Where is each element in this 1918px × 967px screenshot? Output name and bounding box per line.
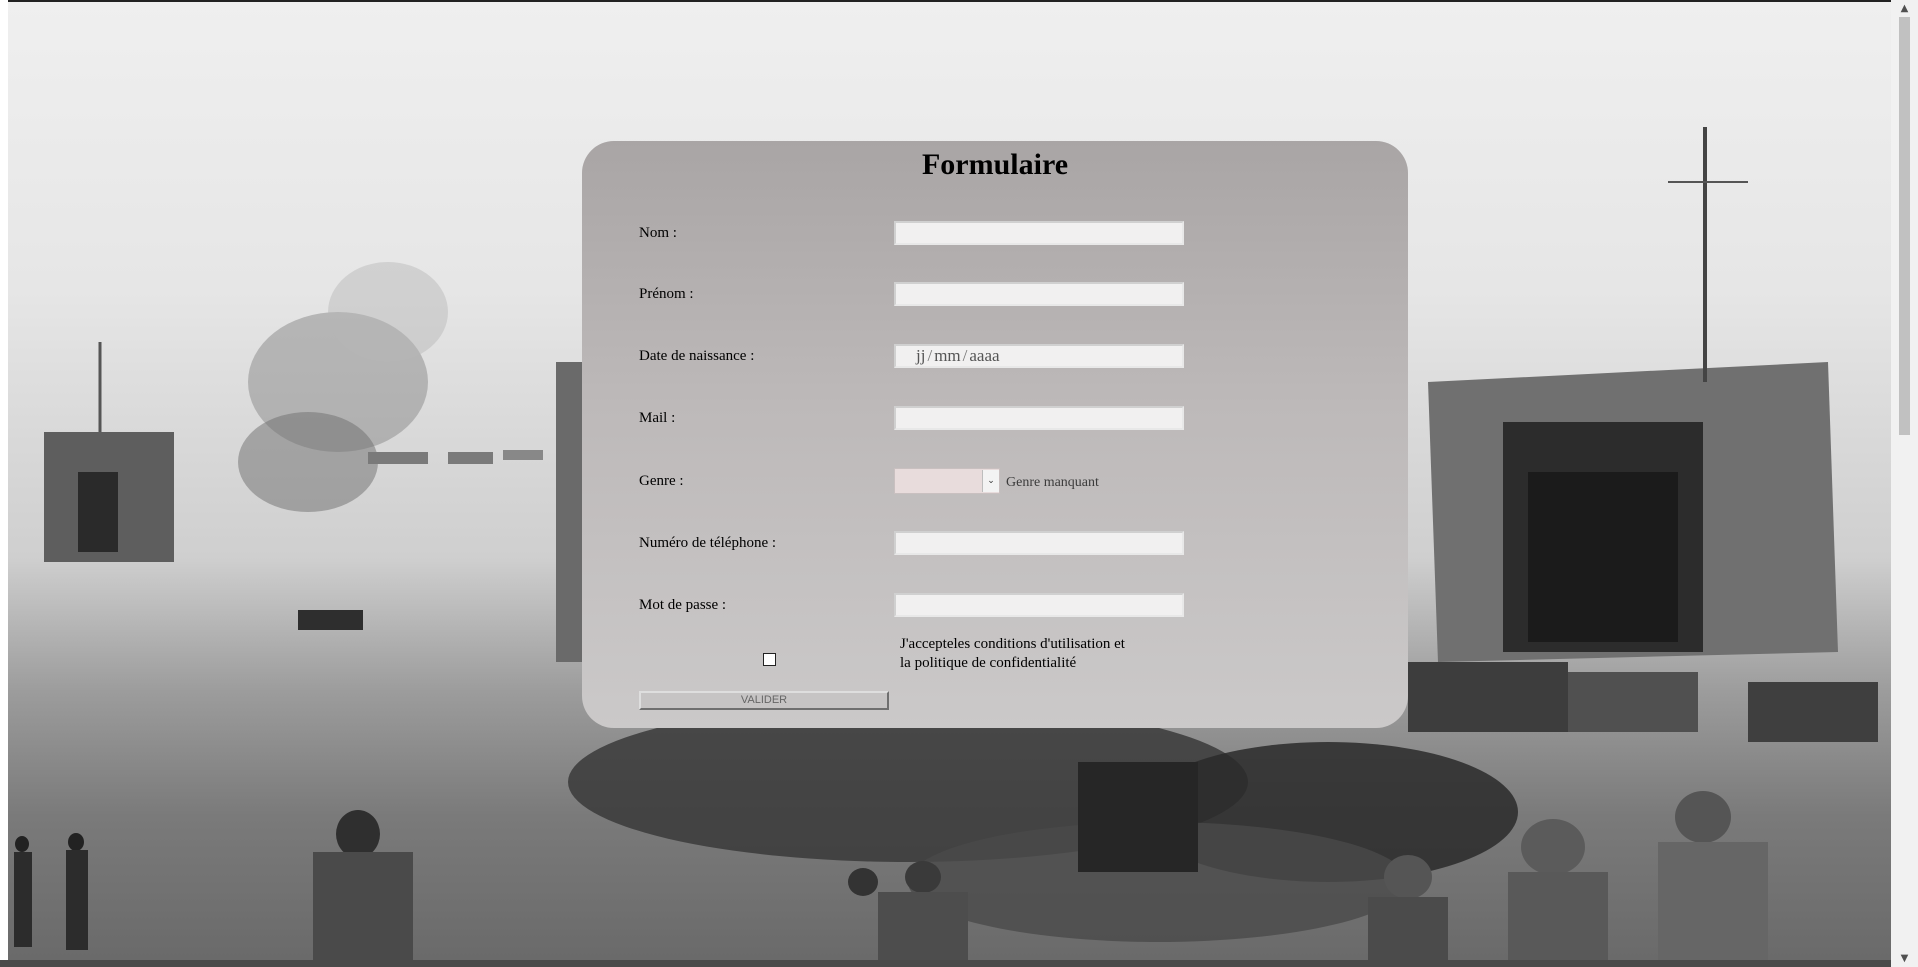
submit-button[interactable]: VALIDER: [639, 691, 889, 710]
registration-form: Formulaire Nom : Prénom : Date de naissa…: [582, 141, 1408, 728]
birthdate-month-placeholder: mm: [934, 346, 961, 365]
arrow-up-icon[interactable]: ▲: [1891, 0, 1918, 17]
birthdate-year-placeholder: aaaa: [969, 346, 1000, 365]
password-label: Mot de passe :: [639, 597, 727, 613]
genre-select[interactable]: ⌄: [894, 468, 1000, 494]
terms-checkbox[interactable]: [763, 653, 776, 666]
terms-line-2: la politique de confidentialité: [900, 655, 1077, 671]
mail-label: Mail :: [639, 410, 676, 426]
telephone-input[interactable]: [894, 531, 1184, 555]
telephone-label: Numéro de téléphone :: [639, 535, 777, 551]
scrollbar-thumb[interactable]: [1899, 17, 1910, 435]
vertical-scrollbar[interactable]: ▲ ▼: [1891, 0, 1918, 967]
birthdate-input[interactable]: jj / mm / aaaa: [894, 344, 1184, 368]
mail-input[interactable]: [894, 406, 1184, 430]
date-separator: /: [927, 346, 933, 365]
arrow-down-icon[interactable]: ▼: [1891, 950, 1918, 967]
birthdate-day-placeholder: jj: [916, 346, 926, 365]
password-input[interactable]: [894, 593, 1184, 617]
terms-line-1: J'accepteles conditions d'utilisation et: [900, 636, 1125, 652]
chevron-down-icon[interactable]: ⌄: [982, 470, 999, 492]
terms-text: J'accepteles conditions d'utilisation et…: [900, 635, 1170, 673]
birthdate-label: Date de naissance :: [639, 348, 755, 364]
nom-label: Nom :: [639, 225, 677, 241]
nom-input[interactable]: [894, 221, 1184, 245]
horizontal-scrollbar[interactable]: [0, 960, 1891, 967]
genre-error-hint: Genre manquant: [1006, 475, 1099, 490]
form-title: Formulaire: [921, 148, 1069, 181]
prenom-label: Prénom :: [639, 286, 694, 302]
prenom-input[interactable]: [894, 282, 1184, 306]
date-separator: /: [962, 346, 968, 365]
genre-label: Genre :: [639, 473, 684, 489]
